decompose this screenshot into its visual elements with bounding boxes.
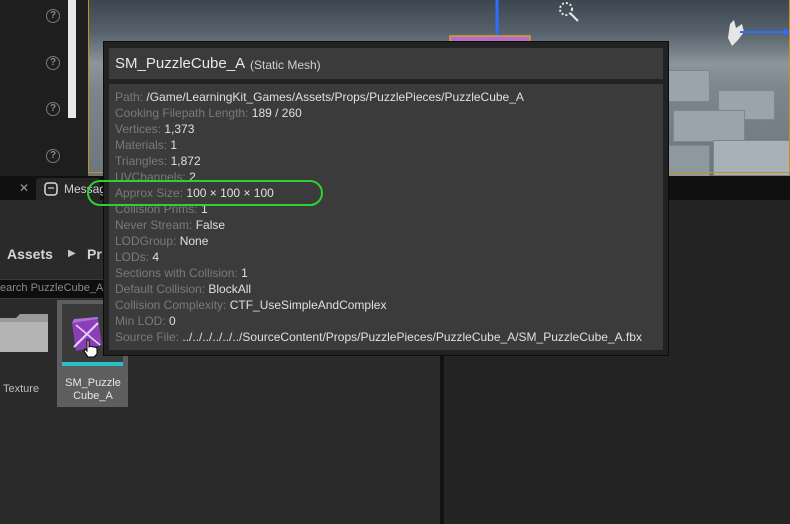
tooltip-asset-type: (Static Mesh) <box>250 58 321 72</box>
tooltip-row-triangles: Triangles: 1,872 <box>115 154 201 168</box>
approx-size-highlight <box>87 180 323 206</box>
help-icon[interactable]: ? <box>46 56 60 70</box>
breadcrumb-assets[interactable]: Assets <box>7 246 53 262</box>
asset-label: SM_Puzzle Cube_A <box>65 377 121 402</box>
search-input-text: earch PuzzleCube_A <box>0 282 104 294</box>
tooltip-row-collision-complexity: Collision Complexity: CTF_UseSimpleAndCo… <box>115 298 387 312</box>
tooltip-row-min-lod: Min LOD: 0 <box>115 314 176 328</box>
help-icon[interactable]: ? <box>46 102 60 116</box>
tooltip-row-cooking-filepath-length: Cooking Filepath Length: 189 / 260 <box>115 106 302 120</box>
hand-cursor-icon <box>83 339 98 358</box>
close-icon[interactable]: ✕ <box>19 181 29 195</box>
help-icon[interactable]: ? <box>46 9 60 23</box>
message-log-icon <box>44 182 58 196</box>
help-icon[interactable]: ? <box>46 149 60 163</box>
folder-icon[interactable] <box>0 314 48 352</box>
tooltip-title: SM_PuzzleCube_A <box>115 55 246 72</box>
tooltip-row-default-collision: Default Collision: BlockAll <box>115 282 252 296</box>
breadcrumb-props[interactable]: Pr <box>87 246 102 262</box>
details-scrollbar[interactable] <box>68 0 76 118</box>
asset-type-color-bar <box>62 362 123 366</box>
breadcrumb-arrow-icon[interactable]: ▶ <box>68 248 76 259</box>
tooltip-row-never-stream: Never Stream: False <box>115 218 226 232</box>
tooltip-row-source-file: Source File: ../../../../../../SourceCon… <box>115 330 642 344</box>
tooltip-row-sections-with-collision: Sections with Collision: 1 <box>115 266 248 280</box>
folder-label: Texture <box>3 383 40 395</box>
tooltip-row-vertices: Vertices: 1,373 <box>115 122 195 136</box>
tooltip-row-lods: LODs: 4 <box>115 250 160 264</box>
tooltip-row-materials: Materials: 1 <box>115 138 178 152</box>
tooltip-row-path: Path: /Game/LearningKit_Games/Assets/Pro… <box>115 90 524 104</box>
tooltip-row-lodgroup: LODGroup: None <box>115 234 209 248</box>
